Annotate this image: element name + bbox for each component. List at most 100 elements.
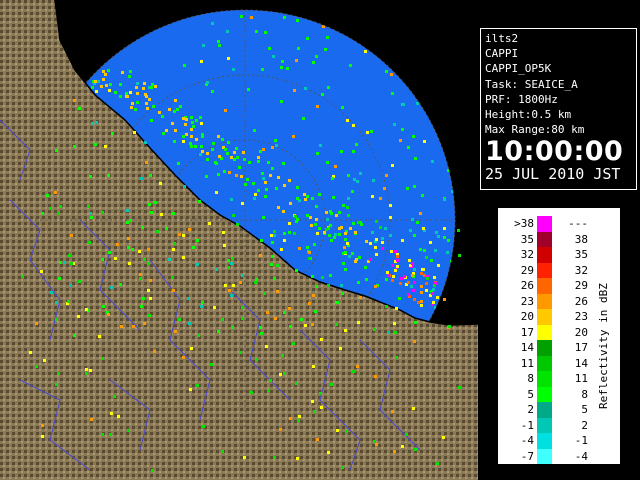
echo-pixel	[303, 193, 306, 196]
echo-pixel	[431, 160, 434, 163]
echo-pixel	[282, 210, 285, 213]
legend-high-value: ---	[568, 217, 588, 231]
echo-pixel	[201, 301, 204, 304]
radar-info-panel: ilts2 CAPPI CAPPI_OP5K Task: SEAICE_A PR…	[480, 28, 637, 190]
echo-pixel	[437, 235, 440, 238]
echo-pixel	[89, 212, 92, 215]
legend-swatch	[537, 417, 552, 433]
echo-pixel	[232, 68, 235, 71]
echo-pixel	[171, 276, 174, 279]
echo-pixel	[403, 275, 406, 278]
echo-pixel	[173, 242, 176, 245]
echo-pixel	[409, 229, 412, 232]
echo-pixel	[326, 161, 329, 164]
echo-pixel	[412, 289, 415, 292]
echo-pixel	[215, 191, 218, 194]
echo-pixel	[330, 239, 333, 242]
echo-pixel	[171, 122, 174, 125]
echo-pixel	[239, 281, 242, 284]
echo-pixel	[457, 229, 460, 232]
echo-pixel	[292, 135, 295, 138]
echo-pixel	[228, 171, 231, 174]
echo-pixel	[159, 182, 162, 185]
echo-pixel	[266, 311, 269, 314]
echo-pixel	[280, 100, 283, 103]
echo-pixel	[243, 456, 246, 459]
echo-pixel	[88, 241, 91, 244]
echo-pixel	[199, 153, 202, 156]
echo-pixel	[244, 183, 247, 186]
echo-pixel	[267, 161, 270, 164]
echo-pixel	[346, 206, 349, 209]
echo-pixel	[190, 145, 193, 148]
echo-pixel	[320, 406, 323, 409]
legend-low-value: 23	[520, 294, 534, 308]
echo-pixel	[297, 47, 300, 50]
echo-pixel	[178, 318, 181, 321]
radar-display: ilts2 CAPPI CAPPI_OP5K Task: SEAICE_A PR…	[0, 0, 640, 480]
echo-pixel	[390, 250, 393, 253]
max-range-value: Max Range:80 km	[485, 123, 585, 137]
echo-pixel	[40, 270, 43, 273]
echo-pixel	[446, 251, 449, 254]
echo-pixel	[370, 130, 373, 133]
echo-pixel	[41, 424, 44, 427]
echo-pixel	[315, 205, 318, 208]
echo-pixel	[55, 301, 58, 304]
echo-pixel	[160, 213, 163, 216]
echo-pixel	[85, 308, 88, 311]
echo-pixel	[364, 266, 367, 269]
echo-pixel	[107, 69, 110, 72]
echo-pixel	[313, 243, 316, 246]
legend-row: 26 29	[504, 278, 592, 294]
echo-pixel	[70, 262, 73, 265]
echo-pixel	[316, 438, 319, 441]
echo-pixel	[379, 197, 382, 200]
echo-pixel	[315, 55, 318, 58]
echo-pixel	[146, 107, 149, 110]
echo-pixel	[217, 173, 220, 176]
echo-pixel	[73, 99, 76, 102]
echo-pixel	[275, 144, 278, 147]
echo-pixel	[200, 122, 203, 125]
echo-pixel	[298, 247, 301, 250]
echo-pixel	[326, 218, 329, 221]
echo-pixel	[196, 239, 199, 242]
echo-pixel	[308, 251, 311, 254]
echo-pixel	[107, 174, 110, 177]
echo-pixel	[400, 277, 403, 280]
echo-pixel	[365, 278, 368, 281]
echo-pixel	[318, 227, 321, 230]
echo-pixel	[108, 89, 111, 92]
echo-pixel	[410, 285, 413, 288]
echo-pixel	[295, 382, 298, 385]
echo-pixel	[264, 181, 267, 184]
legend-row: -1 2	[504, 417, 592, 433]
echo-pixel	[178, 233, 181, 236]
echo-pixel	[283, 239, 286, 242]
echo-pixel	[139, 277, 142, 280]
legend-high-value: -4	[574, 449, 588, 463]
echo-pixel	[273, 277, 276, 280]
echo-pixel	[293, 89, 296, 92]
echo-pixel	[206, 81, 209, 84]
legend-low-value: 35	[520, 232, 534, 246]
echo-pixel	[156, 230, 159, 233]
echo-pixel	[232, 214, 235, 217]
echo-pixel	[41, 435, 44, 438]
echo-pixel	[312, 365, 315, 368]
echo-pixel	[235, 174, 238, 177]
echo-pixel	[391, 264, 394, 267]
echo-pixel	[215, 162, 218, 165]
echo-pixel	[153, 350, 156, 353]
echo-pixel	[162, 132, 165, 135]
echo-pixel	[179, 105, 182, 108]
echo-pixel	[68, 254, 71, 257]
echo-pixel	[326, 36, 329, 39]
echo-pixel	[173, 110, 176, 113]
product-name: CAPPI	[485, 47, 519, 61]
echo-pixel	[182, 256, 185, 259]
echo-pixel	[320, 338, 323, 341]
echo-pixel	[353, 178, 356, 181]
echo-pixel	[189, 388, 192, 391]
